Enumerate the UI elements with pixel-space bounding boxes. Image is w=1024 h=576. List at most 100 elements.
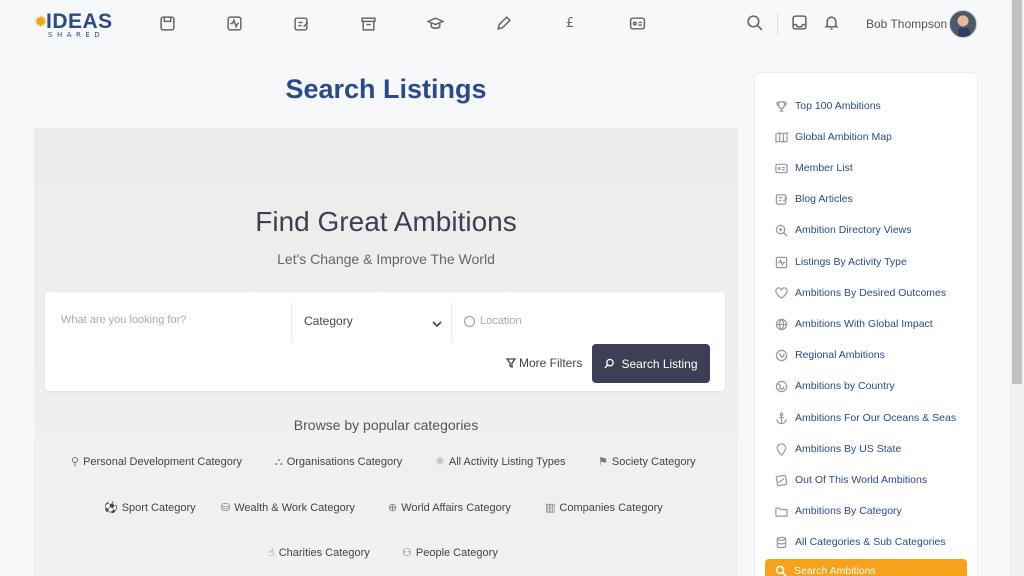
region-icon (775, 349, 788, 362)
category-label: Wealth & Work Category (234, 501, 355, 514)
sidebar-item-label: Top 100 Ambitions (795, 100, 881, 112)
sidebar-item-label: Search Ambitions (794, 565, 876, 576)
pound-icon[interactable]: £ (561, 14, 579, 32)
category-label: World Affairs Category (401, 501, 511, 514)
hero-tagline: Let's Change & Improve The World (277, 251, 495, 267)
sidebar-item-blog[interactable]: Blog Articles (775, 190, 853, 208)
category-link[interactable]: ⚇ People Category (402, 546, 498, 559)
sidebar-item-activity-type[interactable]: Listings By Activity Type (775, 253, 907, 271)
listings-icon[interactable] (158, 14, 176, 32)
search-input[interactable]: What are you looking for? (61, 314, 186, 326)
category-link[interactable]: ▥ Companies Category (545, 501, 663, 514)
location-icon (464, 316, 475, 327)
chevron-down-icon[interactable] (432, 316, 442, 328)
globe-icon (775, 318, 788, 331)
field-divider (451, 302, 452, 342)
sidebar-item-label: All Categories & Sub Categories (795, 536, 946, 548)
edit-icon[interactable] (292, 14, 310, 32)
avatar[interactable] (949, 10, 977, 38)
sidebar-item-label: Out Of This World Ambitions (795, 474, 928, 486)
archive-icon[interactable] (359, 14, 377, 32)
sidebar-item-label: Blog Articles (795, 193, 853, 205)
sidebar-item-top-100[interactable]: Top 100 Ambitions (775, 97, 881, 115)
category-label: Companies Category (559, 501, 663, 514)
top-navigation-bar: ✹ IDEAS SHARED £ Bob Thompson (0, 0, 1010, 48)
category-link[interactable]: ☝ Charities Category (268, 546, 370, 559)
sidebar-item-country[interactable]: Ambitions by Country (775, 377, 895, 395)
atom-icon: ⚛ (435, 455, 445, 468)
user-name[interactable]: Bob Thompson (866, 17, 947, 31)
sidebar-item-label: Listings By Activity Type (795, 256, 907, 268)
sidebar-item-label: Ambition Directory Views (795, 224, 912, 236)
sidebar-item-label: Regional Ambitions (795, 349, 885, 361)
sidebar-item-global-map[interactable]: Global Ambition Map (775, 128, 892, 146)
search-listing-button[interactable]: Search Listing (592, 344, 710, 383)
category-label: All Activity Listing Types (448, 455, 566, 468)
id-card-icon[interactable] (628, 14, 646, 32)
sidebar-item-all-categories[interactable]: All Categories & Sub Categories (775, 533, 946, 551)
category-label: Personal Development Category (83, 455, 243, 468)
filter-icon (506, 358, 516, 368)
site-logo[interactable]: ✹ IDEAS SHARED (34, 10, 112, 40)
folder-icon (775, 505, 788, 518)
sidebar-item-by-category[interactable]: Ambitions By Category (775, 502, 902, 520)
header-divider (777, 13, 778, 35)
sidebar: Top 100 Ambitions Global Ambition Map Me… (754, 72, 978, 576)
bell-icon[interactable] (823, 14, 841, 32)
category-link[interactable]: ⚛ All Activity Listing Types (435, 455, 565, 468)
org-icon: ⛬ (275, 455, 283, 468)
category-link[interactable]: ⚽ Sport Category (104, 501, 196, 514)
pencil-icon[interactable] (494, 14, 512, 32)
search-form: What are you looking for? Category Locat… (45, 292, 725, 391)
database-icon (775, 536, 788, 549)
search-icon[interactable] (746, 14, 764, 32)
sidebar-item-out-of-world[interactable]: Out Of This World Ambitions (775, 471, 927, 489)
sidebar-item-label: Ambitions With Global Impact (795, 318, 933, 330)
sidebar-item-label: Ambitions by Country (795, 380, 895, 392)
edit-icon (775, 193, 788, 206)
sidebar-item-search-ambitions[interactable]: Search Ambitions (765, 559, 967, 576)
category-link[interactable]: ⛬ Organisations Category (275, 455, 402, 469)
planet-icon (775, 474, 788, 487)
sidebar-item-global-impact[interactable]: Ambitions With Global Impact (775, 315, 933, 333)
scrollbar-thumb[interactable] (1012, 0, 1022, 384)
sidebar-item-label: Ambitions By Category (795, 505, 902, 517)
hero-title: Find Great Ambitions (255, 206, 517, 237)
zoom-icon (775, 224, 788, 237)
ball-icon: ⚽ (104, 501, 118, 514)
sidebar-item-label: Member List (795, 162, 853, 174)
category-link[interactable]: ⚑ Society Category (598, 455, 696, 468)
sidebar-item-member-list[interactable]: Member List (775, 159, 853, 177)
sidebar-item-regional[interactable]: Regional Ambitions (775, 346, 885, 364)
anchor-icon (775, 412, 788, 425)
category-link[interactable]: ⚲ Personal Development Category (71, 455, 242, 468)
page-title: Search Listings (285, 74, 487, 104)
location-input[interactable]: Location (480, 315, 522, 327)
sidebar-item-us-state[interactable]: Ambitions By US State (775, 440, 901, 458)
category-link[interactable]: ⊕ World Affairs Category (388, 501, 511, 514)
category-label: Society Category (611, 455, 696, 468)
sidebar-item-desired-outcomes[interactable]: Ambitions By Desired Outcomes (775, 284, 946, 302)
map-icon (775, 131, 788, 144)
activity-icon (775, 256, 788, 269)
heart-icon (775, 286, 788, 300)
field-divider (291, 302, 292, 342)
search-icon (604, 358, 615, 369)
inbox-icon[interactable] (791, 14, 809, 32)
sidebar-item-label: Ambitions By US State (795, 443, 902, 455)
sidebar-item-oceans[interactable]: Ambitions For Our Oceans & Seas (775, 409, 956, 427)
sidebar-item-directory-views[interactable]: Ambition Directory Views (775, 221, 912, 239)
activity-icon[interactable] (225, 14, 243, 32)
sidebar-item-label: Ambitions For Our Oceans & Seas (795, 412, 957, 424)
sidebar-item-label: Global Ambition Map (795, 131, 892, 143)
pin-icon (775, 442, 788, 456)
graduation-icon[interactable] (426, 14, 444, 32)
category-select[interactable]: Category (304, 314, 353, 328)
category-label: People Category (415, 546, 498, 559)
search-button-label: Search Listing (621, 356, 698, 371)
globe-icon: ⊕ (388, 501, 398, 514)
earth-icon (775, 380, 788, 393)
more-filters-button[interactable]: More Filters (506, 356, 582, 370)
category-link[interactable]: ⛁ Wealth & Work Category (221, 501, 355, 514)
flag-icon: ⚑ (598, 455, 608, 468)
